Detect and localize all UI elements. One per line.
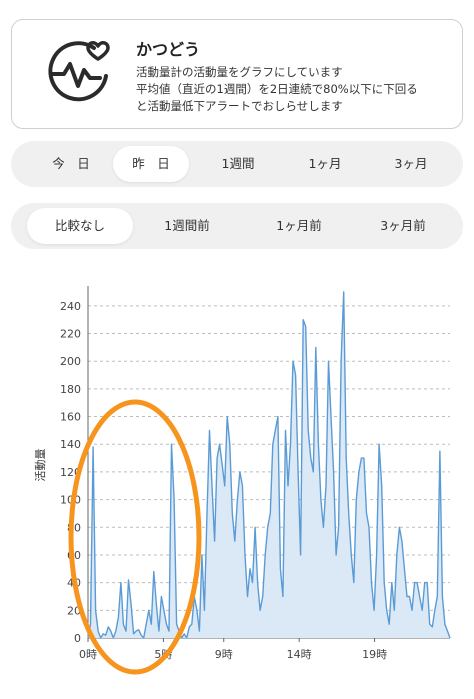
info-title: かつどう	[136, 40, 201, 59]
y-tick-label: 140	[60, 438, 81, 451]
tab-1-month[interactable]: 1ヶ月	[287, 146, 363, 182]
tab-no-compare[interactable]: 比較なし	[27, 208, 133, 244]
tab-today[interactable]: 今 日	[37, 146, 105, 182]
x-tick-label: 14時	[287, 648, 312, 661]
info-description: 活動量計の活動量をグラフにしています 平均値（直近の1週間）を2日連続で80%以…	[136, 64, 456, 115]
heart-activity-icon	[48, 41, 110, 102]
period-tabs: 今 日 昨 日 1週間 1ヶ月 3ヶ月	[11, 141, 463, 187]
info-desc-line: と活動量低下アラートでおしらせします	[136, 99, 343, 113]
y-tick-label: 160	[60, 411, 81, 424]
y-axis-label: 活動量	[33, 449, 47, 482]
y-tick-label: 200	[60, 355, 81, 368]
y-tick-label: 180	[60, 383, 81, 396]
x-tick-label: 19時	[362, 648, 387, 661]
compare-tabs: 比較なし 1週間前 1ヶ月前 3ヶ月前	[11, 203, 463, 249]
y-tick-label: 0	[74, 632, 81, 645]
info-desc-line: 活動量計の活動量をグラフにしています	[136, 65, 343, 79]
tab-yesterday[interactable]: 昨 日	[113, 146, 189, 182]
y-tick-label: 220	[60, 328, 81, 341]
x-tick-label: 0時	[79, 648, 97, 661]
x-tick-label: 9時	[215, 648, 233, 661]
activity-chart: 0 20 40 60 80 100 120 140 160 180 200 220 240 活動量 0時 5時…	[0, 272, 474, 699]
info-card: かつどう 活動量計の活動量をグラフにしています 平均値（直近の1週間）を2日連続…	[11, 19, 463, 129]
info-desc-line: 平均値（直近の1週間）を2日連続で80%以下に下回る	[136, 82, 418, 96]
tab-1-week-before[interactable]: 1週間前	[141, 208, 233, 244]
tab-3-month[interactable]: 3ヶ月	[373, 146, 449, 182]
tab-3-month-before[interactable]: 3ヶ月前	[357, 208, 449, 244]
activity-chart-svg: 020406080100120140160180200220240活動量0時 5時…	[33, 286, 451, 675]
tab-1-week[interactable]: 1週間	[201, 146, 275, 182]
y-tick-label: 240	[60, 300, 81, 313]
tab-1-month-before[interactable]: 1ヶ月前	[249, 208, 349, 244]
